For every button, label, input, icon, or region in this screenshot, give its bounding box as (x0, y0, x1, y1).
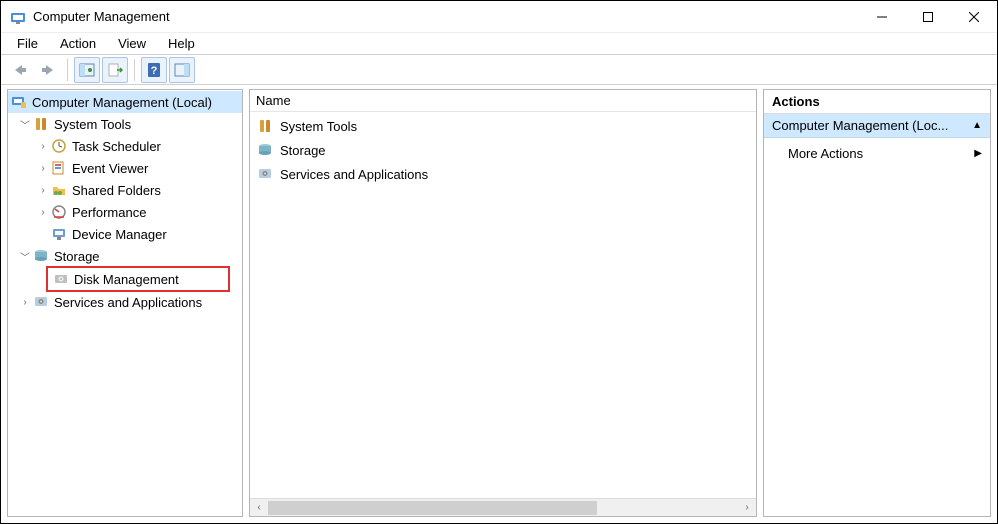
storage-icon (32, 247, 50, 265)
tree-root[interactable]: Computer Management (Local) (8, 91, 242, 113)
main-area: Computer Management (Local) ﹀ System Too… (1, 85, 997, 523)
list-item-storage[interactable]: Storage (250, 138, 756, 162)
horizontal-scrollbar[interactable]: ‹ › (250, 498, 756, 516)
minimize-button[interactable] (859, 1, 905, 33)
actions-title: Actions (772, 94, 820, 109)
tree-item-label: Storage (54, 249, 100, 264)
actions-panel: Actions Computer Management (Loc... ▲ Mo… (763, 89, 991, 517)
clock-icon (50, 137, 68, 155)
tree-device-manager[interactable]: Device Manager (8, 223, 242, 245)
services-apps-icon (256, 165, 274, 183)
tree-system-tools[interactable]: ﹀ System Tools (8, 113, 242, 135)
system-tools-icon (32, 115, 50, 133)
expand-icon[interactable]: › (36, 185, 50, 196)
tree-item-label: Services and Applications (54, 295, 202, 310)
tree-item-label: Task Scheduler (72, 139, 161, 154)
tree-item-label: Disk Management (74, 272, 179, 287)
device-manager-icon (50, 225, 68, 243)
tree-performance[interactable]: › Performance (8, 201, 242, 223)
event-viewer-icon (50, 159, 68, 177)
toolbar-separator (134, 59, 135, 81)
close-button[interactable] (951, 1, 997, 33)
scroll-thumb[interactable] (268, 501, 597, 515)
scroll-right-button[interactable]: › (738, 499, 756, 517)
expand-icon[interactable]: › (36, 207, 50, 218)
list-item-label: Storage (280, 143, 326, 158)
shared-folders-icon (50, 181, 68, 199)
collapse-icon[interactable]: ﹀ (18, 117, 32, 132)
list-header-name[interactable]: Name (250, 90, 756, 112)
menubar: File Action View Help (1, 33, 997, 55)
actions-section-label: Computer Management (Loc... (772, 118, 948, 133)
show-hide-action-pane-button[interactable] (169, 57, 195, 83)
navigation-tree[interactable]: Computer Management (Local) ﹀ System Too… (8, 90, 242, 516)
back-button[interactable] (7, 57, 33, 83)
list-item-label: Services and Applications (280, 167, 428, 182)
svg-text:?: ? (151, 65, 158, 77)
tree-disk-management[interactable]: Disk Management (48, 268, 228, 290)
expand-icon[interactable]: › (36, 141, 50, 152)
tree-storage[interactable]: ﹀ Storage (8, 245, 242, 267)
tree-item-label: Performance (72, 205, 146, 220)
collapse-icon[interactable]: ﹀ (18, 249, 32, 264)
tree-event-viewer[interactable]: › Event Viewer (8, 157, 242, 179)
menu-file[interactable]: File (7, 34, 48, 53)
tree-root-label: Computer Management (Local) (32, 95, 212, 110)
expand-icon[interactable]: › (18, 297, 32, 308)
storage-icon (256, 141, 274, 159)
scroll-track[interactable] (268, 501, 738, 515)
computer-management-icon (10, 93, 28, 111)
chevron-up-icon: ▲ (972, 120, 982, 131)
list-item-system-tools[interactable]: System Tools (250, 114, 756, 138)
list-body[interactable]: System Tools Storage Services and Applic… (250, 112, 756, 188)
tree-item-label: System Tools (54, 117, 131, 132)
help-button[interactable]: ? (141, 57, 167, 83)
tree-panel: Computer Management (Local) ﹀ System Too… (7, 89, 243, 517)
list-item-services-apps[interactable]: Services and Applications (250, 162, 756, 186)
window-controls (859, 1, 997, 33)
menu-action[interactable]: Action (50, 34, 106, 53)
menu-help[interactable]: Help (158, 34, 205, 53)
scroll-left-button[interactable]: ‹ (250, 499, 268, 517)
actions-more-label: More Actions (788, 146, 863, 161)
tree-task-scheduler[interactable]: › Task Scheduler (8, 135, 242, 157)
tree-shared-folders[interactable]: › Shared Folders (8, 179, 242, 201)
toolbar: ? (1, 55, 997, 85)
disk-management-icon (52, 270, 70, 288)
forward-button[interactable] (35, 57, 61, 83)
tree-item-label: Event Viewer (72, 161, 148, 176)
system-tools-icon (256, 117, 274, 135)
toolbar-separator (67, 59, 68, 81)
tree-item-label: Device Manager (72, 227, 167, 242)
menu-view[interactable]: View (108, 34, 156, 53)
expand-icon[interactable]: › (36, 163, 50, 174)
chevron-right-icon: ▶ (974, 148, 982, 159)
tree-item-label: Shared Folders (72, 183, 161, 198)
tree-services-apps[interactable]: › Services and Applications (8, 291, 242, 313)
app-icon (9, 8, 27, 26)
list-item-label: System Tools (280, 119, 357, 134)
actions-more[interactable]: More Actions ▶ (764, 138, 990, 168)
export-list-button[interactable] (102, 57, 128, 83)
show-hide-tree-button[interactable] (74, 57, 100, 83)
titlebar: Computer Management (1, 1, 997, 33)
performance-icon (50, 203, 68, 221)
column-header-label: Name (256, 93, 291, 108)
actions-section[interactable]: Computer Management (Loc... ▲ (764, 114, 990, 138)
actions-header: Actions (764, 90, 990, 114)
content-panel: Name System Tools Storage Services and A… (249, 89, 757, 517)
window-title: Computer Management (33, 9, 859, 24)
services-apps-icon (32, 293, 50, 311)
maximize-button[interactable] (905, 1, 951, 33)
